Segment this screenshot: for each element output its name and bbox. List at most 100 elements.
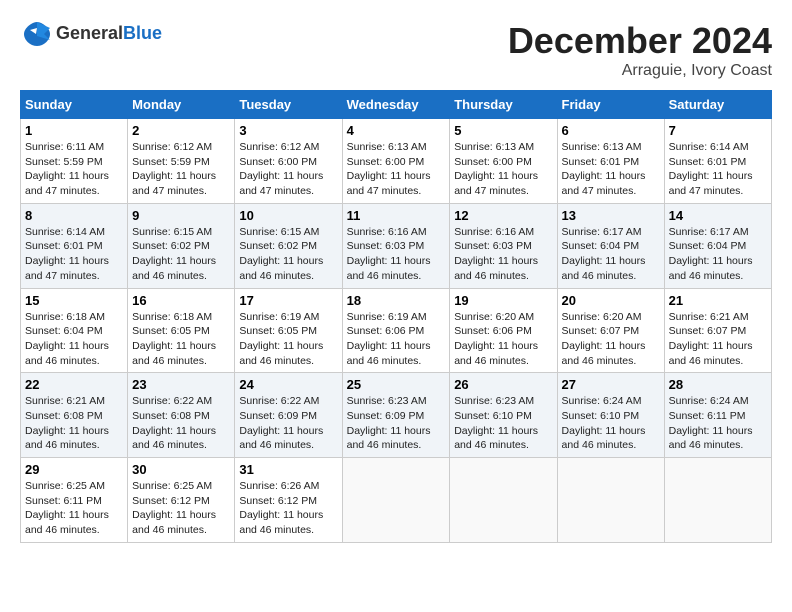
day-number: 2: [132, 123, 230, 138]
calendar-cell: 30 Sunrise: 6:25 AM Sunset: 6:12 PM Dayli…: [128, 458, 235, 543]
calendar-cell: [557, 458, 664, 543]
calendar-cell: 18 Sunrise: 6:19 AM Sunset: 6:06 PM Dayli…: [342, 288, 450, 373]
day-info: Sunrise: 6:17 AM Sunset: 6:04 PM Dayligh…: [562, 225, 660, 284]
column-header-tuesday: Tuesday: [235, 91, 342, 119]
day-info: Sunrise: 6:17 AM Sunset: 6:04 PM Dayligh…: [669, 225, 767, 284]
title-block: December 2024 Arraguie, Ivory Coast: [508, 20, 772, 80]
day-info: Sunrise: 6:24 AM Sunset: 6:10 PM Dayligh…: [562, 394, 660, 453]
day-number: 7: [669, 123, 767, 138]
day-info: Sunrise: 6:25 AM Sunset: 6:12 PM Dayligh…: [132, 479, 230, 538]
day-number: 26: [454, 377, 552, 392]
calendar-cell: 19 Sunrise: 6:20 AM Sunset: 6:06 PM Dayli…: [450, 288, 557, 373]
day-info: Sunrise: 6:12 AM Sunset: 6:00 PM Dayligh…: [239, 140, 337, 199]
calendar-body: 1 Sunrise: 6:11 AM Sunset: 5:59 PM Daylig…: [21, 119, 772, 543]
day-info: Sunrise: 6:21 AM Sunset: 6:08 PM Dayligh…: [25, 394, 123, 453]
logo-icon: [22, 20, 52, 48]
day-number: 8: [25, 208, 123, 223]
day-number: 4: [347, 123, 446, 138]
calendar-cell: 26 Sunrise: 6:23 AM Sunset: 6:10 PM Dayli…: [450, 373, 557, 458]
day-number: 6: [562, 123, 660, 138]
day-info: Sunrise: 6:11 AM Sunset: 5:59 PM Dayligh…: [25, 140, 123, 199]
day-number: 1: [25, 123, 123, 138]
calendar-cell: 20 Sunrise: 6:20 AM Sunset: 6:07 PM Dayli…: [557, 288, 664, 373]
day-number: 17: [239, 293, 337, 308]
day-number: 5: [454, 123, 552, 138]
calendar-cell: 3 Sunrise: 6:12 AM Sunset: 6:00 PM Daylig…: [235, 119, 342, 204]
logo-general: General: [56, 23, 123, 43]
calendar-cell: 4 Sunrise: 6:13 AM Sunset: 6:00 PM Daylig…: [342, 119, 450, 204]
calendar-cell: 15 Sunrise: 6:18 AM Sunset: 6:04 PM Dayli…: [21, 288, 128, 373]
calendar-cell: 10 Sunrise: 6:15 AM Sunset: 6:02 PM Dayli…: [235, 203, 342, 288]
day-info: Sunrise: 6:18 AM Sunset: 6:04 PM Dayligh…: [25, 310, 123, 369]
calendar-cell: 14 Sunrise: 6:17 AM Sunset: 6:04 PM Dayli…: [664, 203, 771, 288]
day-number: 23: [132, 377, 230, 392]
day-number: 10: [239, 208, 337, 223]
location-subtitle: Arraguie, Ivory Coast: [508, 62, 772, 80]
day-number: 16: [132, 293, 230, 308]
calendar-cell: 8 Sunrise: 6:14 AM Sunset: 6:01 PM Daylig…: [21, 203, 128, 288]
day-number: 20: [562, 293, 660, 308]
day-info: Sunrise: 6:21 AM Sunset: 6:07 PM Dayligh…: [669, 310, 767, 369]
calendar-week-1: 1 Sunrise: 6:11 AM Sunset: 5:59 PM Daylig…: [21, 119, 772, 204]
logo: GeneralBlue: [20, 20, 162, 48]
logo-blue: Blue: [123, 23, 162, 43]
day-number: 15: [25, 293, 123, 308]
day-info: Sunrise: 6:18 AM Sunset: 6:05 PM Dayligh…: [132, 310, 230, 369]
calendar-cell: 31Sunrise: 6:26 AM Sunset: 6:12 PM Dayli…: [235, 458, 342, 543]
day-info: Sunrise: 6:12 AM Sunset: 5:59 PM Dayligh…: [132, 140, 230, 199]
calendar-week-3: 15 Sunrise: 6:18 AM Sunset: 6:04 PM Dayli…: [21, 288, 772, 373]
day-number: 19: [454, 293, 552, 308]
day-info: Sunrise: 6:14 AM Sunset: 6:01 PM Dayligh…: [25, 225, 123, 284]
calendar-cell: 13Sunrise: 6:17 AM Sunset: 6:04 PM Dayli…: [557, 203, 664, 288]
day-info: Sunrise: 6:19 AM Sunset: 6:05 PM Dayligh…: [239, 310, 337, 369]
column-header-saturday: Saturday: [664, 91, 771, 119]
day-number: 22: [25, 377, 123, 392]
day-number: 9: [132, 208, 230, 223]
calendar-cell: 12 Sunrise: 6:16 AM Sunset: 6:03 PM Dayli…: [450, 203, 557, 288]
calendar-cell: 17 Sunrise: 6:19 AM Sunset: 6:05 PM Dayli…: [235, 288, 342, 373]
day-info: Sunrise: 6:15 AM Sunset: 6:02 PM Dayligh…: [132, 225, 230, 284]
day-info: Sunrise: 6:22 AM Sunset: 6:08 PM Dayligh…: [132, 394, 230, 453]
day-number: 3: [239, 123, 337, 138]
day-info: Sunrise: 6:13 AM Sunset: 6:00 PM Dayligh…: [347, 140, 446, 199]
calendar-cell: 28Sunrise: 6:24 AM Sunset: 6:11 PM Dayli…: [664, 373, 771, 458]
calendar-cell: 16 Sunrise: 6:18 AM Sunset: 6:05 PM Dayli…: [128, 288, 235, 373]
day-number: 31: [239, 462, 337, 477]
day-info: Sunrise: 6:23 AM Sunset: 6:10 PM Dayligh…: [454, 394, 552, 453]
day-info: Sunrise: 6:13 AM Sunset: 6:01 PM Dayligh…: [562, 140, 660, 199]
day-info: Sunrise: 6:20 AM Sunset: 6:06 PM Dayligh…: [454, 310, 552, 369]
calendar-cell: 2 Sunrise: 6:12 AM Sunset: 5:59 PM Daylig…: [128, 119, 235, 204]
column-header-monday: Monday: [128, 91, 235, 119]
calendar-cell: 29Sunrise: 6:25 AM Sunset: 6:11 PM Dayli…: [21, 458, 128, 543]
day-info: Sunrise: 6:19 AM Sunset: 6:06 PM Dayligh…: [347, 310, 446, 369]
calendar-week-5: 29Sunrise: 6:25 AM Sunset: 6:11 PM Dayli…: [21, 458, 772, 543]
calendar-cell: 6 Sunrise: 6:13 AM Sunset: 6:01 PM Daylig…: [557, 119, 664, 204]
calendar-cell: 24Sunrise: 6:22 AM Sunset: 6:09 PM Dayli…: [235, 373, 342, 458]
day-number: 14: [669, 208, 767, 223]
day-info: Sunrise: 6:24 AM Sunset: 6:11 PM Dayligh…: [669, 394, 767, 453]
month-title: December 2024: [508, 20, 772, 62]
day-number: 12: [454, 208, 552, 223]
day-number: 18: [347, 293, 446, 308]
column-header-thursday: Thursday: [450, 91, 557, 119]
page-header: GeneralBlue December 2024 Arraguie, Ivor…: [20, 20, 772, 80]
calendar-cell: 27Sunrise: 6:24 AM Sunset: 6:10 PM Dayli…: [557, 373, 664, 458]
calendar-cell: 21 Sunrise: 6:21 AM Sunset: 6:07 PM Dayli…: [664, 288, 771, 373]
column-header-friday: Friday: [557, 91, 664, 119]
day-info: Sunrise: 6:20 AM Sunset: 6:07 PM Dayligh…: [562, 310, 660, 369]
calendar-cell: 5 Sunrise: 6:13 AM Sunset: 6:00 PM Daylig…: [450, 119, 557, 204]
day-info: Sunrise: 6:14 AM Sunset: 6:01 PM Dayligh…: [669, 140, 767, 199]
day-info: Sunrise: 6:16 AM Sunset: 6:03 PM Dayligh…: [454, 225, 552, 284]
day-info: Sunrise: 6:15 AM Sunset: 6:02 PM Dayligh…: [239, 225, 337, 284]
day-number: 21: [669, 293, 767, 308]
day-info: Sunrise: 6:16 AM Sunset: 6:03 PM Dayligh…: [347, 225, 446, 284]
column-header-sunday: Sunday: [21, 91, 128, 119]
calendar-cell: 25Sunrise: 6:23 AM Sunset: 6:09 PM Dayli…: [342, 373, 450, 458]
day-info: Sunrise: 6:13 AM Sunset: 6:00 PM Dayligh…: [454, 140, 552, 199]
column-header-wednesday: Wednesday: [342, 91, 450, 119]
calendar-cell: 7 Sunrise: 6:14 AM Sunset: 6:01 PM Daylig…: [664, 119, 771, 204]
calendar-cell: 1 Sunrise: 6:11 AM Sunset: 5:59 PM Daylig…: [21, 119, 128, 204]
calendar-cell: [342, 458, 450, 543]
day-info: Sunrise: 6:23 AM Sunset: 6:09 PM Dayligh…: [347, 394, 446, 453]
day-number: 30: [132, 462, 230, 477]
